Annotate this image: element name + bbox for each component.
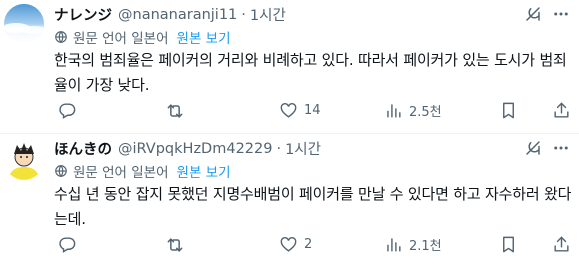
translation-info: 원문 언어 일본어 원본 보기	[54, 27, 231, 47]
tweet-text: 수십 년 동안 잡지 못했던 지명수배범이 페이커를 만날 수 있다면 하고 자…	[54, 185, 572, 228]
tweet-header: ナレンジ @nananaranji11 · 1시간	[54, 4, 286, 25]
retweet-icon	[167, 104, 183, 118]
timestamp[interactable]: 1시간	[250, 4, 286, 25]
like-button[interactable]: 2	[279, 235, 312, 254]
view-count: 2.5천	[409, 105, 442, 120]
share-button[interactable]	[552, 101, 571, 120]
tweet-text: 한국의 범죄율은 페이커의 거리와 비례하고 있다. 따라서 페이커가 있는 도…	[54, 51, 567, 94]
globe-icon	[55, 165, 67, 178]
more-icon[interactable]	[551, 138, 571, 158]
views-button[interactable]: 2.1천	[384, 235, 442, 254]
grok-icon[interactable]	[523, 138, 543, 158]
timestamp[interactable]: 1시간	[285, 138, 321, 159]
views-icon	[387, 238, 401, 252]
language-note: 원문 언어 일본어	[73, 165, 169, 181]
grok-icon[interactable]	[523, 4, 543, 24]
retweet-button[interactable]	[165, 235, 191, 255]
view-original-link[interactable]: 원본 보기	[177, 161, 231, 181]
views-icon	[387, 104, 401, 118]
view-count: 2.1천	[409, 239, 442, 254]
bookmark-icon	[503, 236, 514, 253]
reply-icon	[59, 237, 76, 253]
tweet-2[interactable]: ほんきの @iRVpqkHzDm42229 · 1시간 원문 언어 일본어 원본…	[0, 134, 579, 268]
like-icon	[280, 237, 297, 252]
action-bar: 14 2.5천	[58, 101, 579, 121]
bookmark-button[interactable]	[499, 101, 518, 120]
like-icon	[280, 103, 297, 118]
action-bar: 2 2.1천	[58, 235, 579, 255]
like-count: 14	[304, 103, 321, 118]
view-original-link[interactable]: 원본 보기	[177, 27, 231, 47]
reply-button[interactable]	[58, 235, 83, 254]
like-count: 2	[304, 237, 313, 252]
bookmark-icon	[503, 102, 514, 119]
share-icon	[554, 102, 569, 118]
tweet-1[interactable]: ナレンジ @nananaranji11 · 1시간 원문 언어 일본어 원본 보…	[0, 0, 579, 134]
user-handle[interactable]: @iRVpqkHzDm42229	[118, 141, 272, 157]
separator-dot: ·	[276, 140, 282, 157]
avatar-image	[4, 4, 44, 44]
reply-icon	[59, 103, 76, 119]
bookmark-button[interactable]	[499, 235, 518, 254]
separator-dot: ·	[241, 6, 246, 23]
display-name[interactable]: ナレンジ	[54, 4, 112, 25]
reply-button[interactable]	[58, 101, 83, 120]
tweet-header: ほんきの @iRVpqkHzDm42229 · 1시간	[54, 138, 321, 159]
retweet-icon	[167, 238, 183, 252]
retweet-button[interactable]	[165, 101, 191, 121]
language-note: 원문 언어 일본어	[73, 31, 169, 47]
avatar-image	[4, 140, 44, 180]
more-icon[interactable]	[551, 4, 571, 24]
share-button[interactable]	[552, 235, 571, 254]
globe-icon	[55, 31, 67, 44]
views-button[interactable]: 2.5천	[384, 101, 442, 120]
avatar[interactable]	[4, 4, 44, 44]
user-handle[interactable]: @nananaranji11	[118, 7, 237, 23]
like-button[interactable]: 14	[279, 101, 321, 120]
translation-info: 원문 언어 일본어 원본 보기	[54, 161, 231, 181]
display-name[interactable]: ほんきの	[54, 138, 112, 159]
share-icon	[554, 236, 569, 252]
avatar[interactable]	[4, 140, 44, 180]
